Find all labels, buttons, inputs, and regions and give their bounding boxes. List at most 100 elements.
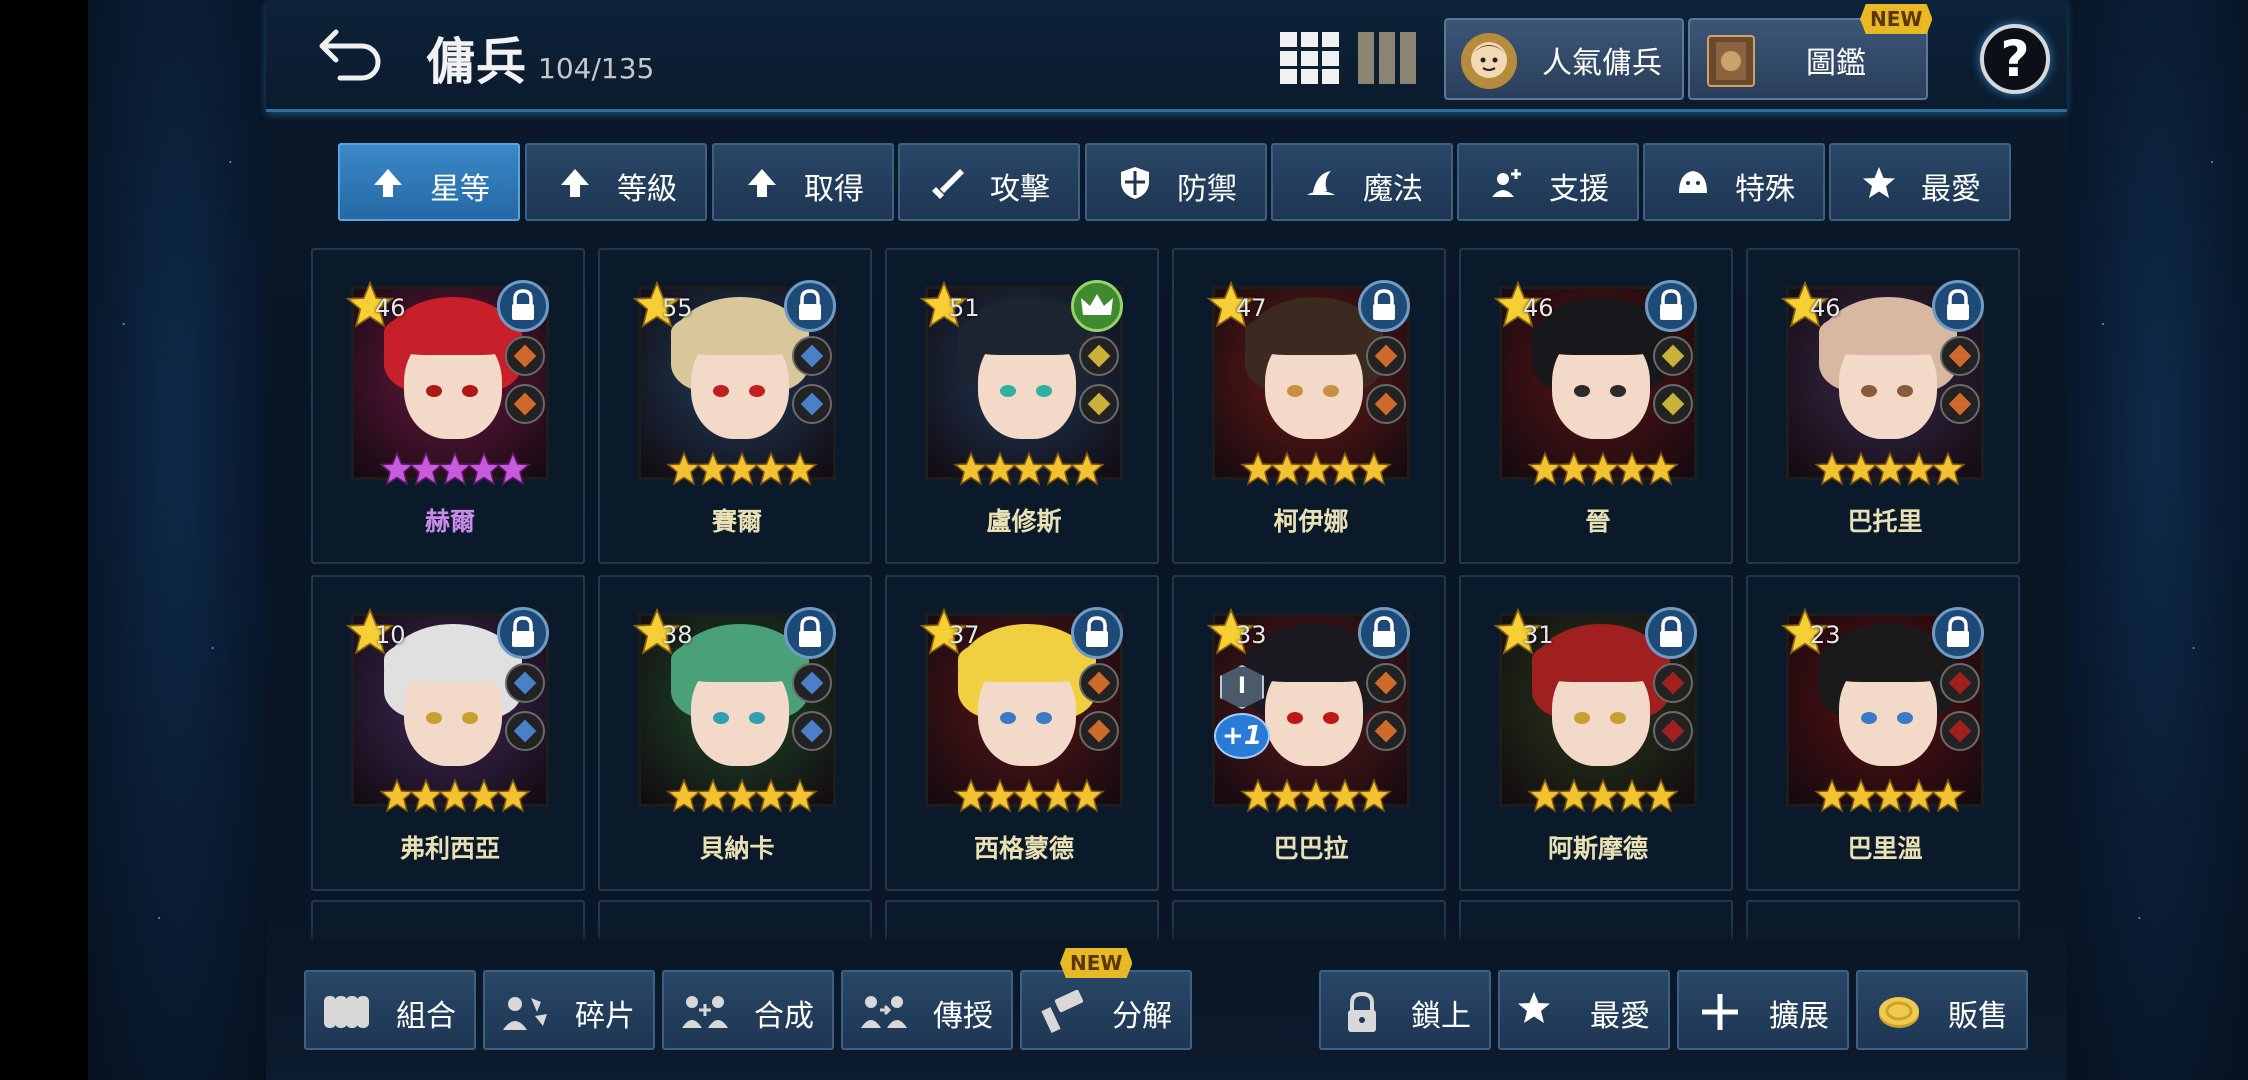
lock-icon[interactable]	[497, 280, 549, 332]
sort-tab-8[interactable]: 最愛	[1829, 143, 2011, 221]
help-button[interactable]: ?	[1980, 24, 2050, 94]
sort-tab-5[interactable]: 魔法	[1271, 143, 1453, 221]
sort-tab-3[interactable]: 攻擊	[898, 143, 1080, 221]
popular-mercenary-label: 人氣傭兵	[1542, 46, 1662, 81]
rank-stars	[953, 450, 1113, 494]
lock-icon[interactable]	[1932, 607, 1984, 659]
codex-label: 圖鑑	[1806, 46, 1866, 81]
wizard-hat-icon	[1303, 165, 1339, 201]
trait-icon	[505, 384, 545, 424]
laurel-face-icon	[1461, 33, 1517, 89]
plus-icon	[1695, 990, 1745, 1034]
mercenary-card[interactable]: 46 巴托里	[1746, 248, 2020, 564]
lock-icon[interactable]	[1645, 280, 1697, 332]
rank-stars	[1527, 777, 1687, 821]
mercenary-level: 10	[375, 621, 406, 649]
action-button-right-1[interactable]: 最愛	[1498, 970, 1670, 1050]
sort-tab-2[interactable]: 取得	[712, 143, 894, 221]
action-label: 最愛	[1590, 999, 1650, 1034]
lock-icon[interactable]	[1932, 280, 1984, 332]
action-label: 合成	[754, 999, 814, 1034]
action-label: 傳授	[933, 999, 993, 1034]
mercenary-name: 弗利西亞	[399, 834, 500, 863]
sort-tab-label: 支援	[1549, 172, 1609, 207]
sort-tab-label: 魔法	[1363, 172, 1423, 207]
mercenary-level: 51	[949, 294, 980, 322]
lock-icon[interactable]	[784, 280, 836, 332]
lock-icon[interactable]	[784, 607, 836, 659]
mercenary-card[interactable]: 37 西格蒙德	[885, 575, 1159, 891]
trait-icon	[792, 384, 832, 424]
action-button-2[interactable]: 合成	[662, 970, 834, 1050]
action-button-right-2[interactable]: 擴展	[1677, 970, 1849, 1050]
action-button-0[interactable]: 組合	[304, 970, 476, 1050]
slime-icon	[1675, 165, 1711, 201]
page-title: 傭兵	[426, 33, 526, 91]
new-badge: NEW	[1860, 4, 1933, 34]
lock-icon[interactable]	[1358, 280, 1410, 332]
popular-mercenary-button[interactable]: 人氣傭兵	[1444, 18, 1684, 100]
mercenary-card[interactable]: 46 赫爾	[311, 248, 585, 564]
trait-icon	[1366, 336, 1406, 376]
trait-icon	[505, 336, 545, 376]
trait-icon	[1366, 711, 1406, 751]
arrow-up-icon	[370, 165, 406, 201]
mercenary-card[interactable]: 31 阿斯摩德	[1459, 575, 1733, 891]
mercenary-card[interactable]: 51 盧修斯	[885, 248, 1159, 564]
rank-stars	[1527, 450, 1687, 494]
mercenary-name: 巴托里	[1847, 507, 1923, 536]
sort-tab-label: 攻擊	[990, 172, 1050, 207]
mercenary-card[interactable]: 33 I +1 巴巴拉	[1172, 575, 1446, 891]
trait-icon	[792, 663, 832, 703]
mercenary-card[interactable]: 38 貝納卡	[598, 575, 872, 891]
crown-icon[interactable]	[1071, 280, 1123, 332]
mercenary-count: 104/135	[538, 52, 655, 85]
sort-tab-label: 防禦	[1177, 172, 1237, 207]
right-background	[2067, 0, 2248, 1080]
mercenary-screen: 傭兵 104/135 人氣傭兵 圖鑑 NEW ? 星等 等級 取得 攻擊 防禦 …	[266, 0, 2067, 1080]
action-label: 鎖上	[1411, 999, 1471, 1034]
mercenary-name: 巴巴拉	[1273, 834, 1349, 863]
rank-stars	[1240, 777, 1400, 821]
action-label: 組合	[396, 999, 456, 1034]
mercenary-name: 晉	[1585, 507, 1611, 536]
mercenary-name: 柯伊娜	[1273, 507, 1349, 536]
action-button-1[interactable]: 碎片	[483, 970, 655, 1050]
mercenary-card[interactable]: 46 晉	[1459, 248, 1733, 564]
lock-icon[interactable]	[1358, 607, 1410, 659]
action-button-4[interactable]: 分解 NEW	[1020, 948, 1192, 1050]
mercenary-card[interactable]: 55 賽爾	[598, 248, 872, 564]
mercenary-level: 23	[1810, 621, 1841, 649]
mercenary-name: 赫爾	[424, 507, 475, 536]
lock-icon[interactable]	[1071, 607, 1123, 659]
trait-icon	[1366, 663, 1406, 703]
codex-button[interactable]: 圖鑑 NEW	[1688, 4, 1933, 100]
new-badge: NEW	[1060, 948, 1133, 978]
sort-tab-7[interactable]: 特殊	[1643, 143, 1825, 221]
rank-stars	[1814, 450, 1974, 494]
mercenary-card[interactable]: 10 弗利西亞	[311, 575, 585, 891]
grid-view-icon[interactable]	[1280, 32, 1340, 84]
support-icon	[1489, 165, 1525, 201]
sort-tab-label: 等級	[617, 172, 677, 207]
sort-tab-0[interactable]: 星等	[338, 143, 520, 221]
back-button[interactable]	[314, 22, 388, 88]
list-view-icon[interactable]	[1358, 32, 1418, 84]
action-label: 販售	[1948, 999, 2008, 1034]
action-button-3[interactable]: 傳授	[841, 970, 1013, 1050]
action-label: 分解	[1112, 999, 1172, 1034]
mercenary-card[interactable]: 47 柯伊娜	[1172, 248, 1446, 564]
action-button-right-3[interactable]: 販售	[1856, 970, 2028, 1050]
lock-icon[interactable]	[1645, 607, 1697, 659]
lock-icon[interactable]	[497, 607, 549, 659]
sort-tab-label: 最愛	[1921, 172, 1981, 207]
trait-icon	[505, 663, 545, 703]
action-button-right-0[interactable]: 鎖上	[1319, 970, 1491, 1050]
arrow-up-icon	[557, 165, 593, 201]
sort-tab-1[interactable]: 等級	[525, 143, 707, 221]
trait-icon	[1940, 336, 1980, 376]
trait-icon	[1079, 336, 1119, 376]
mercenary-card[interactable]: 23 巴里溫	[1746, 575, 2020, 891]
sort-tab-6[interactable]: 支援	[1457, 143, 1639, 221]
sort-tab-4[interactable]: 防禦	[1085, 143, 1267, 221]
